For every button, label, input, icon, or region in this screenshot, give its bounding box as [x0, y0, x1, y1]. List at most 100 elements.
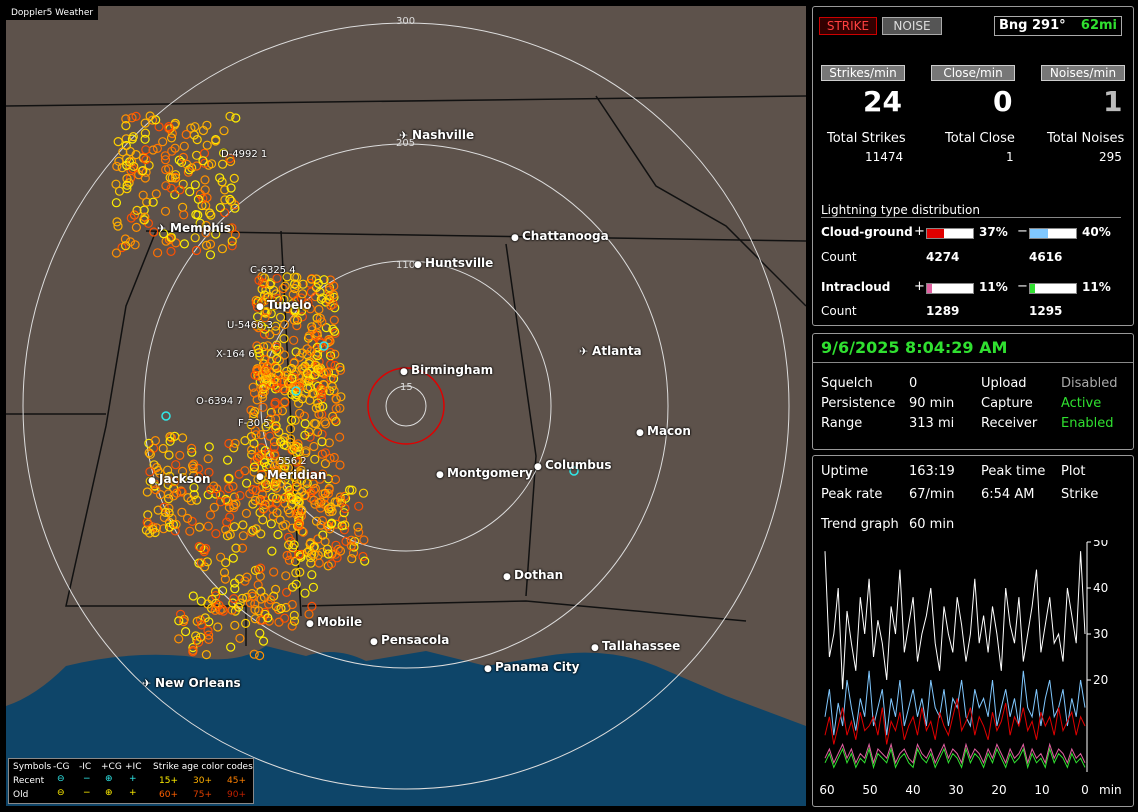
noise-button[interactable]: NOISE	[882, 17, 942, 35]
city-huntsville: ● Huntsville	[414, 256, 493, 270]
strike-marker	[217, 244, 227, 254]
age-75: 75+	[193, 790, 212, 800]
strike-marker	[306, 287, 316, 297]
city-dot-icon: ●	[148, 476, 159, 486]
strike-marker	[175, 450, 185, 460]
city-name: Montgomery	[447, 466, 533, 480]
neg-cg-recent-icon: ⊖	[57, 774, 65, 784]
city-dot-icon: ●	[534, 462, 545, 472]
storm-tag: C-6325 4	[250, 265, 296, 276]
strike-button[interactable]: STRIKE	[819, 17, 877, 35]
city-dot-icon: ●	[414, 260, 425, 270]
strike-marker	[166, 246, 176, 256]
strike-marker	[287, 599, 297, 610]
plot-label: Plot	[1061, 464, 1086, 479]
city-name: Macon	[647, 424, 691, 438]
strike-marker	[267, 546, 277, 556]
strike-marker	[281, 571, 291, 581]
strike-marker	[256, 563, 266, 573]
ic-minus-sign: −	[1017, 279, 1028, 294]
uptime-value: 163:19	[909, 464, 955, 479]
range-label-15: 15	[400, 382, 413, 393]
strike-marker	[269, 567, 279, 577]
strike-marker	[213, 622, 223, 632]
bearing-value: Bng 291°	[999, 18, 1066, 33]
storm-tag: O-6394 7	[196, 396, 243, 407]
strike-marker	[218, 159, 228, 169]
cg-negative-count: 4616	[1029, 250, 1063, 264]
capture-label: Capture	[981, 396, 1033, 411]
strike-stats-panel: STRIKE NOISE Bng 291° 62mi Strikes/min C…	[812, 6, 1134, 326]
ic-negative-bar	[1029, 283, 1077, 294]
strike-marker	[358, 551, 368, 562]
neg-ic-recent-icon: −	[83, 774, 91, 784]
age-90: 90+	[227, 790, 246, 800]
lightning-map[interactable]: Doppler5 Weather 300 205 110 15 ✈ Nashvi…	[6, 6, 806, 806]
strike-marker	[230, 584, 240, 594]
strike-marker	[300, 588, 310, 598]
city-dot-icon: ●	[256, 302, 267, 312]
city-dot-icon: ●	[636, 428, 647, 438]
strike-marker	[142, 487, 152, 497]
peak-rate-value: 67/min	[909, 487, 955, 502]
city-mobile: ● Mobile	[306, 615, 362, 629]
airport-icon: ✈	[399, 129, 413, 142]
ic-negative-count: 1295	[1029, 304, 1063, 318]
city-name: Atlanta	[592, 344, 642, 358]
plot-value[interactable]: Strike	[1061, 487, 1098, 502]
city-dot-icon: ●	[436, 470, 447, 480]
strike-marker	[248, 382, 258, 392]
city-nashville: ✈ Nashville	[399, 128, 474, 142]
strike-marker	[265, 431, 275, 441]
persistence-value: 90 min	[909, 396, 955, 411]
strike-marker	[275, 312, 286, 322]
noises-per-min-value: 1	[1103, 85, 1123, 118]
strike-marker	[185, 187, 195, 197]
strike-marker	[229, 522, 240, 532]
city-name: Panama City	[495, 660, 580, 674]
city-name: Dothan	[514, 568, 564, 582]
strike-marker	[179, 141, 189, 151]
trend-graph-value: 60 min	[909, 517, 955, 532]
strike-marker	[171, 460, 181, 470]
strike-marker	[158, 137, 168, 147]
total-close-label: Total Close	[945, 131, 1015, 146]
legend-symbols-title: Symbols	[13, 762, 52, 772]
total-strikes-value: 11474	[865, 150, 904, 164]
strike-marker	[256, 529, 266, 539]
age-30: 30+	[193, 776, 212, 786]
strike-marker	[181, 626, 191, 637]
strike-marker	[274, 617, 284, 627]
strike-marker	[215, 203, 225, 213]
strike-marker	[158, 443, 168, 454]
strike-marker	[178, 202, 188, 212]
airport-icon: ✈	[579, 345, 593, 358]
trend-series-2	[824, 698, 1086, 745]
strike-marker	[113, 137, 123, 147]
strike-marker	[287, 621, 297, 631]
pos-cg-recent-icon: ⊕	[105, 774, 113, 784]
city-memphis: ✈ Memphis	[157, 221, 231, 235]
cg-minus-sign: −	[1017, 224, 1028, 239]
strike-marker	[300, 419, 310, 429]
city-macon: ● Macon	[636, 424, 691, 438]
airport-icon: ✈	[157, 222, 171, 235]
strike-marker	[219, 126, 229, 136]
cg-plus-sign: +	[914, 224, 925, 239]
strike-marker	[360, 556, 370, 566]
strike-marker	[347, 554, 357, 564]
strike-marker	[309, 441, 319, 452]
city-chattanooga: ● Chattanooga	[511, 229, 609, 243]
strike-marker	[240, 436, 250, 446]
legend-col-neg-ic: -IC	[79, 762, 92, 772]
strike-marker	[211, 528, 221, 539]
strike-marker	[273, 529, 283, 540]
strike-marker	[151, 189, 161, 199]
city-dot-icon: ●	[400, 367, 411, 377]
range-label-110: 110	[396, 260, 416, 271]
city-meridian: ● Meridian	[256, 468, 326, 482]
x-axis-label: min	[1099, 783, 1122, 797]
strike-marker	[179, 239, 189, 249]
trend-graph: 50 40 30 20 60 50 40 30 20 10 0 min	[819, 540, 1122, 797]
trend-graph-label: Trend graph	[821, 517, 899, 532]
